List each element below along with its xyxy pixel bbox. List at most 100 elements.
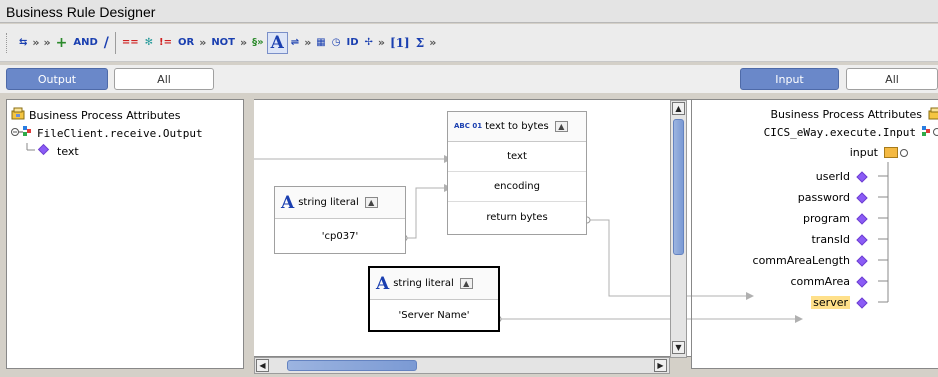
field-transid-label: transId bbox=[811, 233, 850, 246]
mapping-canvas[interactable]: ABC 01 text to bytes ▲ text encoding ret… bbox=[254, 99, 691, 358]
tab-input-all[interactable]: All bbox=[846, 68, 938, 90]
vertical-scrollbar[interactable]: ▲ ▼ bbox=[670, 100, 687, 358]
diamond-icon bbox=[856, 254, 868, 267]
tree-node-input-label: input bbox=[849, 146, 878, 159]
field-userid[interactable]: userId bbox=[815, 168, 868, 185]
literal-value-1[interactable]: 'cp037' bbox=[275, 219, 405, 253]
toolbar-separator bbox=[114, 31, 116, 54]
tab-output[interactable]: Output bbox=[6, 68, 108, 90]
field-userid-label: userId bbox=[815, 170, 850, 183]
string-literal-icon: A bbox=[281, 192, 295, 213]
string-literal-title-1: string literal bbox=[298, 197, 359, 208]
diamond-icon bbox=[856, 296, 868, 309]
scroll-right-arrow[interactable]: ▶ bbox=[654, 359, 667, 372]
input-tree-panel: Business Process Attributes CICS_eWay.ex… bbox=[691, 99, 938, 369]
port-return-bytes[interactable]: return bytes bbox=[448, 202, 586, 233]
field-password-label: password bbox=[797, 191, 850, 204]
string-literal-node-2[interactable]: A string literal ▲ 'Server Name' bbox=[368, 266, 500, 332]
field-commarea[interactable]: commArea bbox=[790, 273, 868, 290]
asterisk-icon[interactable]: ✻ bbox=[142, 32, 156, 54]
port-text[interactable]: text bbox=[448, 142, 586, 172]
more-chevron[interactable]: » bbox=[238, 32, 249, 54]
tree-node-fileclient[interactable]: FileClient.receive.Output bbox=[11, 124, 203, 142]
field-program[interactable]: program bbox=[803, 210, 868, 227]
field-server-label: server bbox=[811, 296, 850, 309]
port-encoding[interactable]: encoding bbox=[448, 172, 586, 202]
field-transid[interactable]: transId bbox=[811, 231, 868, 248]
more-chevron[interactable]: » bbox=[302, 32, 313, 54]
collapse-button[interactable]: ▲ bbox=[554, 121, 568, 132]
string-literal-icon: A bbox=[376, 273, 390, 294]
array-icon[interactable]: [1] bbox=[387, 32, 413, 54]
expand-handle-icon[interactable] bbox=[900, 148, 908, 157]
id-icon[interactable]: ID bbox=[343, 32, 361, 54]
divide-icon[interactable]: / bbox=[101, 32, 112, 54]
branch-icon[interactable]: ✢ bbox=[362, 32, 376, 54]
scroll-down-arrow[interactable]: ▼ bbox=[672, 341, 685, 354]
field-commarea-label: commArea bbox=[790, 275, 850, 288]
field-program-label: program bbox=[803, 212, 850, 225]
literal-value-2[interactable]: 'Server Name' bbox=[370, 300, 498, 330]
diamond-icon bbox=[856, 233, 868, 246]
text-to-bytes-header[interactable]: ABC 01 text to bytes ▲ bbox=[448, 112, 586, 142]
link-icon[interactable]: ⇌ bbox=[288, 32, 302, 54]
scroll-left-arrow[interactable]: ◀ bbox=[256, 359, 269, 372]
more-chevron[interactable]: » bbox=[376, 32, 387, 54]
string-literal-header-2[interactable]: A string literal ▲ bbox=[370, 268, 498, 300]
convert-icon: ABC 01 bbox=[454, 123, 482, 130]
text-to-bytes-node[interactable]: ABC 01 text to bytes ▲ text encoding ret… bbox=[447, 111, 587, 235]
string-literal-node-1[interactable]: A string literal ▲ 'cp037' bbox=[274, 186, 406, 254]
tab-output-all[interactable]: All bbox=[114, 68, 214, 90]
tab-input[interactable]: Input bbox=[740, 68, 839, 90]
horizontal-scrollbar[interactable]: ◀ ▶ bbox=[254, 357, 670, 374]
not-button[interactable]: NOT bbox=[208, 32, 238, 54]
toolbar: ⇆ » » + AND / == ✻ != OR » NOT » §» A ⇌ … bbox=[0, 24, 938, 62]
collapse-button[interactable]: ▲ bbox=[459, 278, 473, 289]
tree-node-fileclient-label: FileClient.receive.Output bbox=[37, 126, 203, 140]
more-chevron[interactable]: » bbox=[30, 32, 41, 54]
string-literal-header-1[interactable]: A string literal ▲ bbox=[275, 187, 405, 219]
expand-handle-icon[interactable] bbox=[11, 125, 33, 141]
scroll-up-arrow[interactable]: ▲ bbox=[672, 102, 685, 115]
collapse-button[interactable]: ▲ bbox=[364, 197, 378, 208]
not-equals-icon[interactable]: != bbox=[156, 32, 175, 54]
expand-handle-icon[interactable] bbox=[920, 125, 938, 141]
tree-root-label: Business Process Attributes bbox=[29, 108, 181, 122]
string-literal-title-2: string literal bbox=[393, 278, 454, 289]
diamond-icon bbox=[856, 275, 868, 288]
field-commarealength[interactable]: commAreaLength bbox=[752, 252, 868, 269]
horizontal-scroll-thumb[interactable] bbox=[287, 360, 417, 371]
field-commarealength-label: commAreaLength bbox=[752, 254, 850, 267]
tree-connector-icon bbox=[23, 143, 53, 159]
tree-leaf-text-label: text bbox=[57, 144, 79, 158]
more-chevron[interactable]: » bbox=[42, 32, 53, 54]
clock-icon[interactable]: ◷ bbox=[329, 32, 344, 54]
mapping-icon[interactable]: ⇆ bbox=[16, 32, 30, 54]
string-literal-icon[interactable]: A bbox=[266, 31, 288, 54]
sum-icon[interactable]: Σ bbox=[413, 32, 427, 54]
business-process-icon bbox=[11, 107, 25, 123]
add-icon[interactable]: + bbox=[53, 32, 71, 54]
tree-root[interactable]: Business Process Attributes bbox=[11, 106, 181, 124]
business-process-icon bbox=[928, 107, 938, 123]
tree-leaf-text[interactable]: text bbox=[23, 142, 79, 160]
and-button[interactable]: AND bbox=[70, 32, 100, 54]
toolbar-grip[interactable] bbox=[6, 32, 12, 53]
field-server[interactable]: server bbox=[811, 294, 868, 311]
tree-node-cics[interactable]: CICS_eWay.execute.Input bbox=[764, 124, 938, 141]
calendar-icon[interactable]: ▦ bbox=[313, 32, 328, 54]
tree-root-right[interactable]: Business Process Attributes bbox=[770, 106, 938, 123]
more-chevron[interactable]: » bbox=[197, 32, 208, 54]
vertical-scroll-thumb[interactable] bbox=[673, 119, 684, 255]
equals-icon[interactable]: == bbox=[119, 32, 142, 54]
tree-node-cics-label: CICS_eWay.execute.Input bbox=[763, 126, 916, 139]
tab-row: Output All Input All bbox=[0, 65, 938, 93]
more-chevron[interactable]: » bbox=[427, 32, 438, 54]
field-password[interactable]: password bbox=[797, 189, 868, 206]
window-title: Business Rule Designer bbox=[0, 0, 938, 23]
folder-icon bbox=[884, 147, 898, 158]
output-tree-panel: Business Process Attributes FileClient.r… bbox=[6, 99, 244, 369]
string-func-icon[interactable]: §» bbox=[249, 32, 266, 54]
tree-node-input[interactable]: input bbox=[850, 144, 908, 161]
or-button[interactable]: OR bbox=[175, 32, 197, 54]
